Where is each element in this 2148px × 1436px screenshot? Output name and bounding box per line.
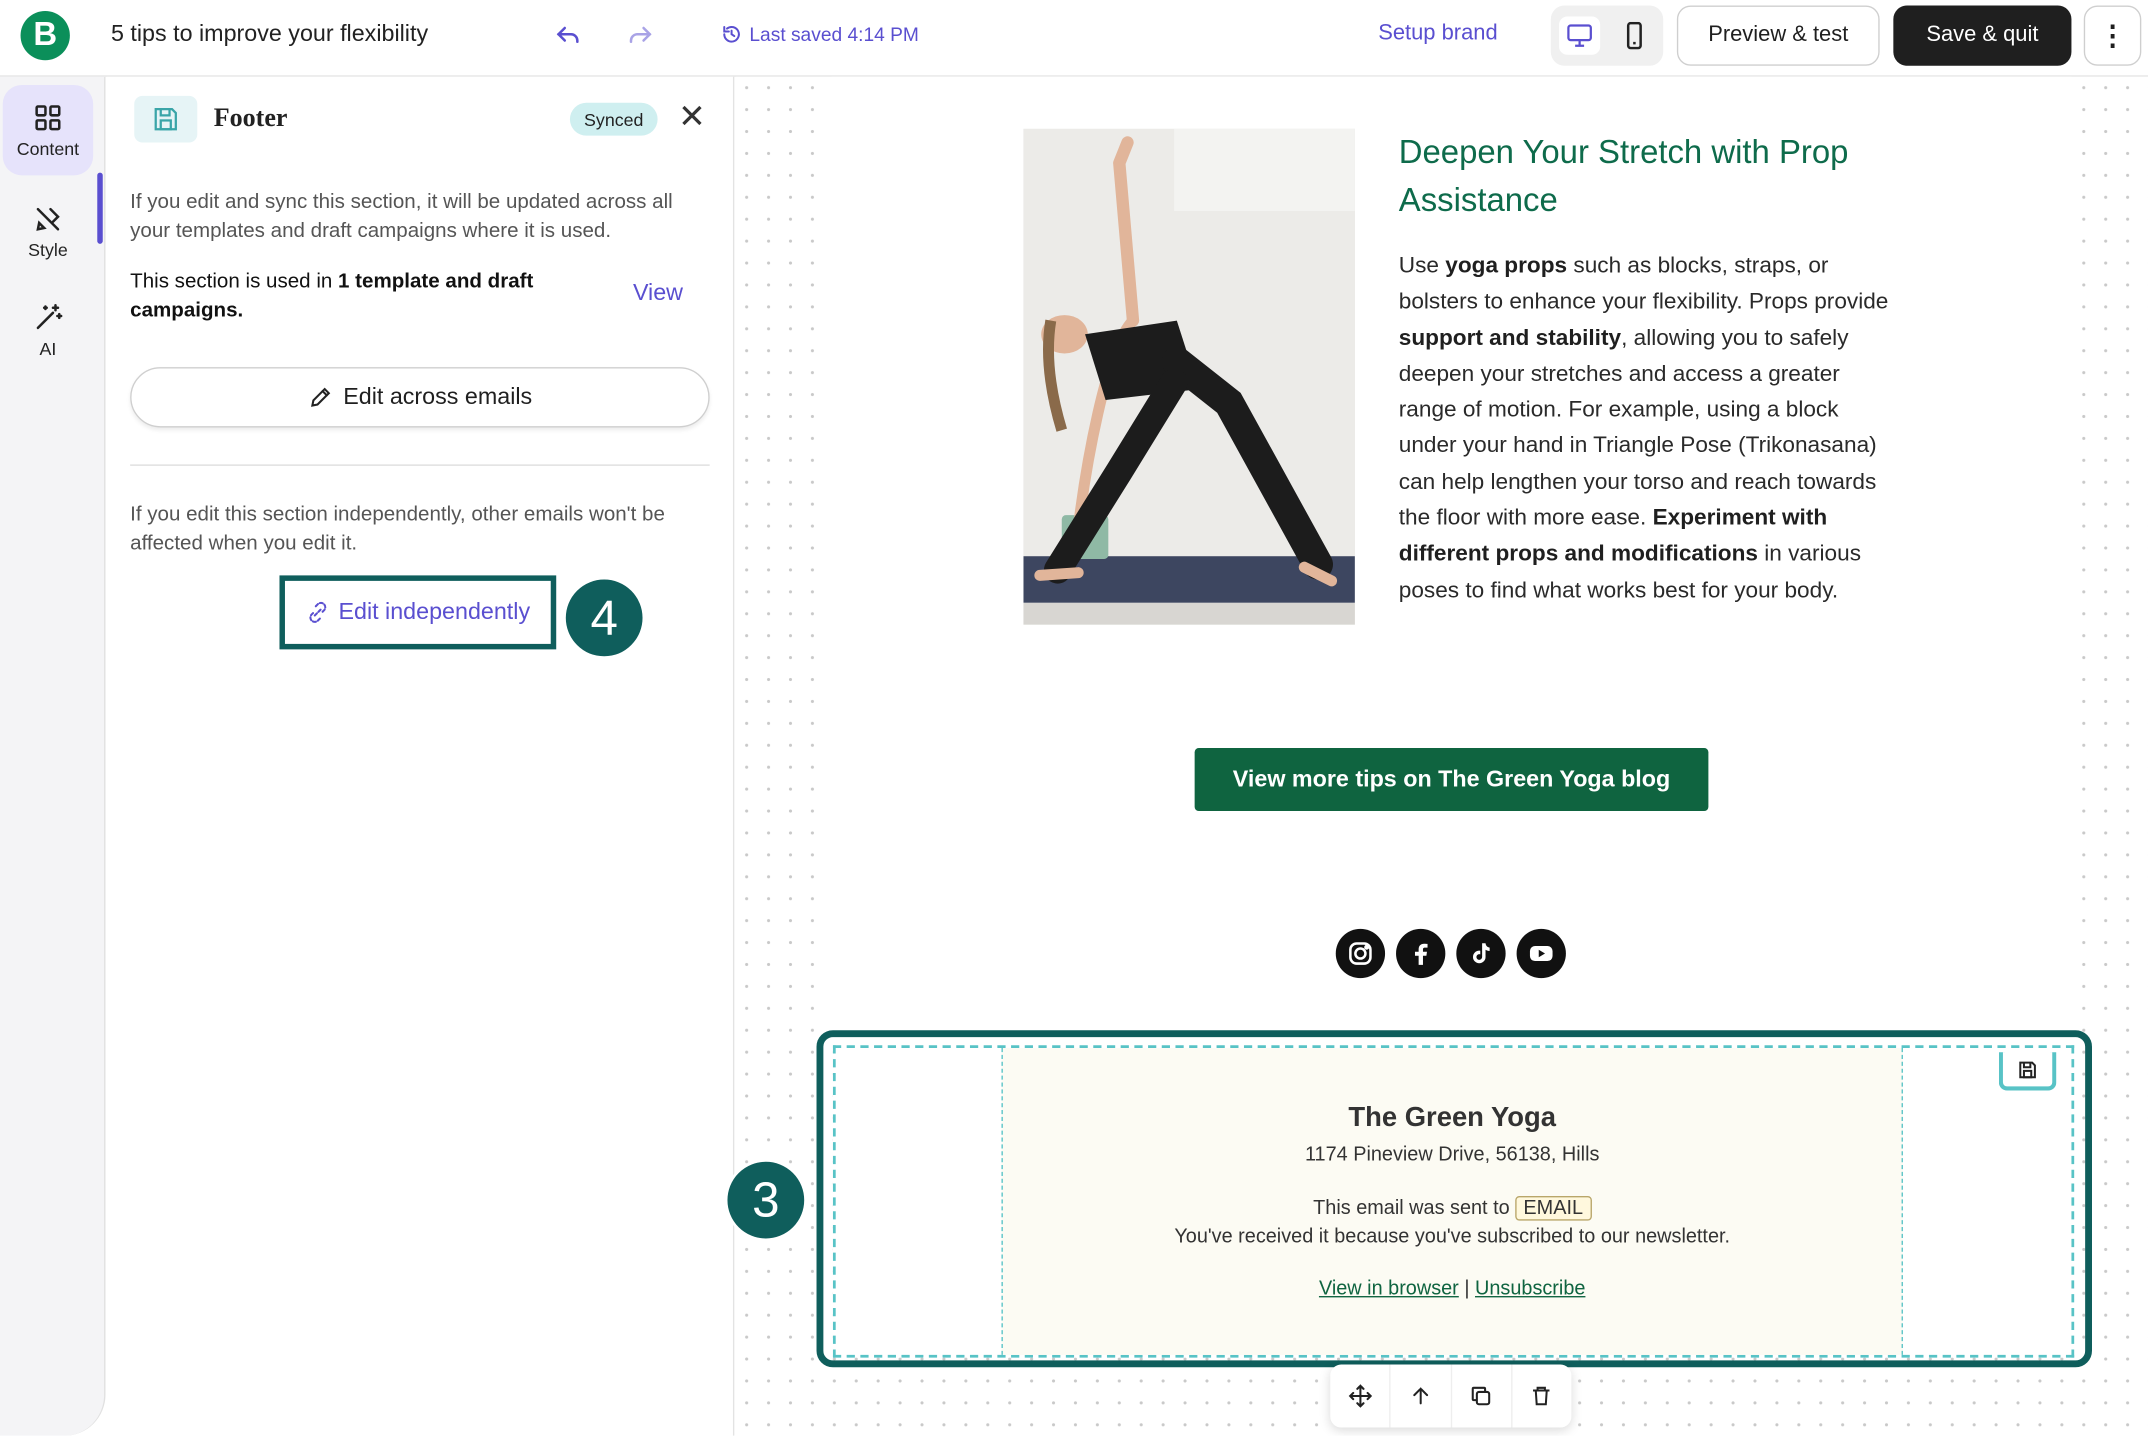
pencil-icon	[310, 387, 330, 407]
last-saved-text: Last saved 4:14 PM	[749, 23, 919, 46]
edit-independently-label: Edit independently	[338, 598, 531, 625]
yoga-pose-image[interactable]	[1023, 128, 1355, 625]
body-text: Use	[1398, 253, 1446, 279]
facebook-icon[interactable]	[1396, 928, 1446, 979]
body-bold: support and stability	[1398, 325, 1622, 351]
move-up-icon[interactable]	[1391, 1364, 1452, 1428]
tiktok-icon[interactable]	[1456, 928, 1506, 979]
edit-independently-button[interactable]: Edit independently	[279, 575, 557, 650]
email-editor-app: B 5 tips to improve your flexibility Las…	[0, 0, 2148, 1436]
footer-subscription-note: You've received it because you've subscr…	[1174, 1226, 1731, 1249]
unsubscribe-link[interactable]: Unsubscribe	[1475, 1278, 1585, 1300]
email-merge-tag[interactable]: EMAIL	[1515, 1196, 1592, 1221]
independent-note: If you edit this section independently, …	[130, 502, 665, 555]
blog-cta-button[interactable]: View more tips on The Green Yoga blog	[1194, 748, 1709, 812]
edit-across-emails-button[interactable]: Edit across emails	[130, 367, 710, 428]
footer-company-name: The Green Yoga	[1348, 1102, 1556, 1133]
redo-icon[interactable]	[625, 19, 655, 49]
usage-note: This section is used in 1 template and d…	[130, 267, 582, 325]
instagram-icon[interactable]	[1335, 928, 1386, 979]
panel-title: Footer	[213, 104, 288, 133]
edit-across-label: Edit across emails	[343, 383, 533, 410]
footer-section-icon	[134, 95, 198, 143]
footer-section-highlight: The Green Yoga 1174 Pineview Drive, 5613…	[816, 1030, 2092, 1368]
magic-wand-icon	[36, 303, 63, 329]
section-toolbar	[1330, 1364, 1572, 1428]
last-saved-status[interactable]: Last saved 4:14 PM	[721, 23, 919, 45]
step-4-badge: 4	[563, 576, 646, 659]
step-3-badge: 3	[724, 1159, 807, 1242]
rail-item-content[interactable]: Content	[2, 84, 94, 176]
move-icon[interactable]	[1330, 1364, 1391, 1428]
footer-content: The Green Yoga 1174 Pineview Drive, 5613…	[1001, 1048, 1903, 1355]
usage-prefix: This section is used in	[130, 269, 339, 294]
more-options-button[interactable]: ⋮	[2083, 5, 2142, 66]
divider	[130, 464, 710, 466]
left-rail: Content Style AI	[0, 76, 106, 1436]
footer-section[interactable]: The Green Yoga 1174 Pineview Drive, 5613…	[832, 1045, 2075, 1358]
rail-active-indicator	[97, 172, 103, 244]
desktop-icon	[1567, 24, 1592, 47]
grid-icon	[35, 104, 61, 130]
rail-label-content: Content	[16, 137, 80, 159]
device-toggle	[1550, 5, 1664, 66]
desktop-view-button[interactable]	[1559, 16, 1601, 55]
email-canvas: Deepen Your Stretch with Prop Assistance…	[724, 76, 2148, 1436]
unlink-icon	[309, 601, 327, 623]
view-in-browser-link[interactable]: View in browser	[1319, 1278, 1459, 1300]
mobile-icon	[1626, 21, 1642, 50]
preview-test-button[interactable]: Preview & test	[1676, 5, 1880, 66]
link-separator: |	[1458, 1278, 1476, 1301]
sent-to-text: This email was sent to	[1313, 1197, 1516, 1220]
article-body[interactable]: Use yoga props such as blocks, straps, o…	[1399, 248, 1892, 608]
footer-links: View in browser | Unsubscribe	[1003, 1278, 1902, 1300]
email-body: Deepen Your Stretch with Prop Assistance…	[831, 76, 2072, 1036]
body-text: , allowing you to safely deepen your str…	[1398, 325, 1877, 531]
history-icon	[723, 25, 740, 43]
setup-brand-link[interactable]: Setup brand	[1378, 22, 1497, 47]
rail-item-style[interactable]: Style	[0, 186, 96, 276]
footer-address: 1174 Pineview Drive, 56138, Hills	[1304, 1143, 1600, 1166]
body-bold: yoga props	[1445, 253, 1568, 279]
campaign-title[interactable]: 5 tips to improve your flexibility	[111, 21, 428, 48]
synced-badge: Synced	[569, 102, 658, 136]
saved-section-icon[interactable]	[1998, 1052, 2057, 1091]
top-bar: B 5 tips to improve your flexibility Las…	[0, 0, 2148, 77]
brush-icon	[36, 207, 60, 231]
footer-sent-to: This email was sent to EMAIL	[1003, 1196, 1902, 1221]
article-heading[interactable]: Deepen Your Stretch with Prop Assistance	[1399, 129, 1892, 225]
rail-label-style: Style	[28, 239, 68, 260]
brevo-logo[interactable]: B	[20, 10, 70, 61]
sync-note: If you edit and sync this section, it wi…	[130, 190, 673, 243]
rail-label-ai: AI	[39, 337, 57, 359]
save-quit-button[interactable]: Save & quit	[1893, 5, 2072, 66]
view-usage-link[interactable]: View	[633, 279, 683, 306]
close-icon[interactable]: ✕	[677, 98, 707, 135]
section-settings-panel: Footer Synced ✕ If you edit and sync thi…	[106, 76, 735, 1436]
undo-icon[interactable]	[553, 19, 583, 49]
youtube-icon[interactable]	[1516, 928, 1566, 979]
social-icons	[1335, 928, 1566, 979]
delete-icon[interactable]	[1512, 1365, 1571, 1428]
duplicate-icon[interactable]	[1452, 1364, 1513, 1428]
mobile-view-button[interactable]	[1614, 16, 1655, 54]
rail-item-ai[interactable]: AI	[0, 285, 96, 375]
